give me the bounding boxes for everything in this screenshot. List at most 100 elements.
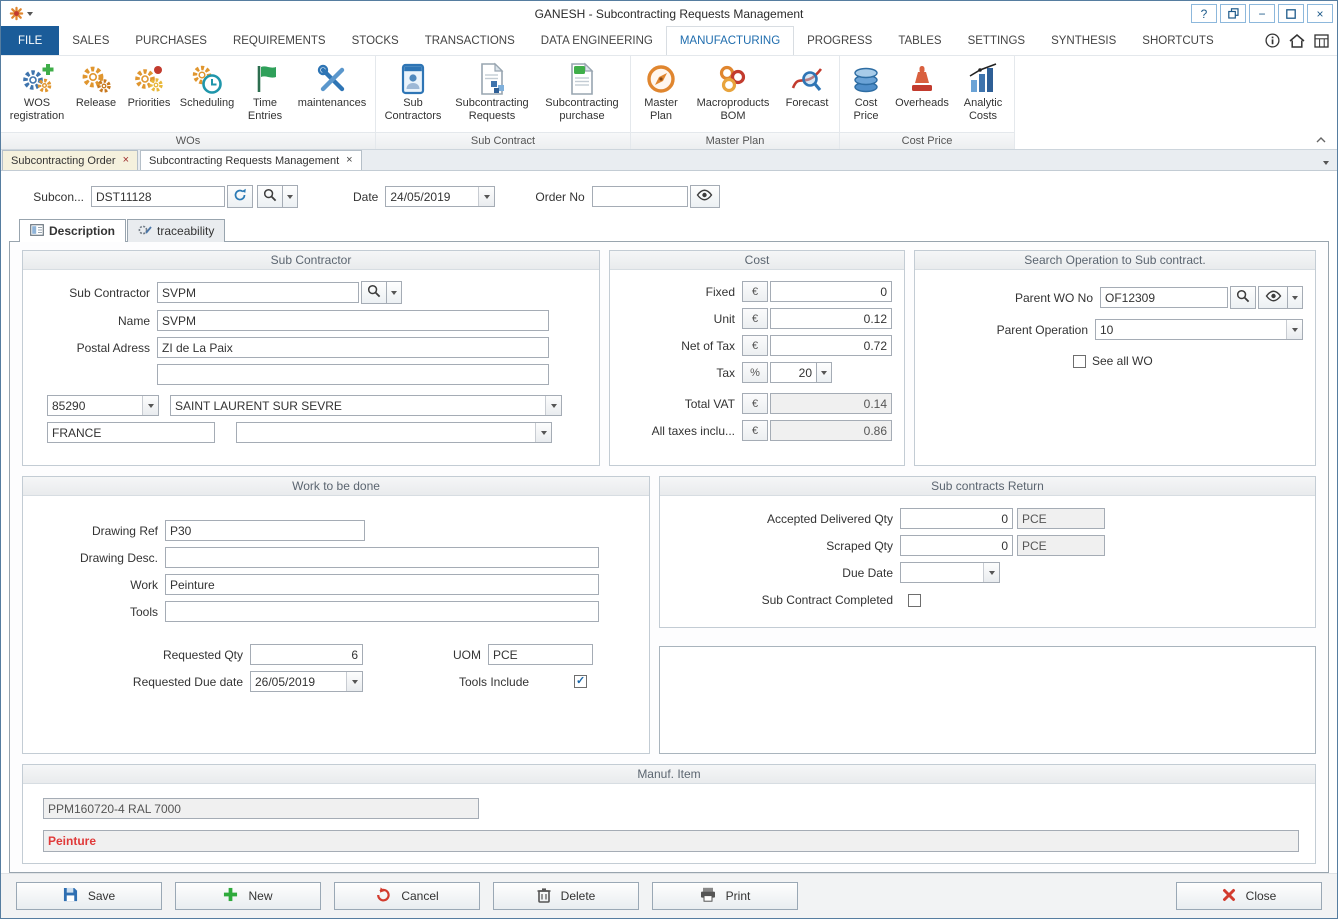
requested-due-label: Requested Due date	[35, 675, 250, 689]
work-input[interactable]: Peinture	[165, 574, 599, 595]
tools-include-checkbox[interactable]: ✓	[574, 675, 587, 688]
menu-tab-stocks[interactable]: STOCKS	[339, 26, 412, 55]
doc-tab-subcontracting-order[interactable]: Subcontracting Order ×	[2, 150, 138, 170]
parent-operation-value: 10	[1100, 323, 1113, 337]
drawing-desc-input[interactable]	[165, 547, 599, 568]
quick-access-dropdown-icon[interactable]	[27, 12, 33, 16]
unit-cost-input[interactable]: 0.12	[770, 308, 892, 329]
tools-input[interactable]	[165, 601, 599, 622]
city-combo[interactable]: SAINT LAURENT SUR SEVRE	[170, 395, 562, 416]
see-all-wo-checkbox[interactable]	[1073, 355, 1086, 368]
postal-address2-input[interactable]	[157, 364, 549, 385]
description-panel: Sub Contractor Sub Contractor SVPM Name	[9, 241, 1329, 873]
ribbon-time-entries-button[interactable]: Time Entries	[238, 59, 292, 123]
zip-combo[interactable]: 85290	[47, 395, 159, 416]
parent-operation-combo[interactable]: 10	[1095, 319, 1303, 340]
menu-tab-file[interactable]: FILE	[1, 26, 59, 55]
ribbon-overheads-button[interactable]: Overheads	[889, 59, 955, 111]
menu-tab-requirements[interactable]: REQUIREMENTS	[220, 26, 339, 55]
menu-tab-progress[interactable]: PROGRESS	[794, 26, 885, 55]
postal-address-input[interactable]: ZI de La Paix	[157, 337, 549, 358]
sub-contractor-input[interactable]: SVPM	[157, 282, 359, 303]
close-window-button[interactable]: ×	[1307, 4, 1333, 23]
ribbon-item-label: WOS registration	[6, 97, 68, 122]
maximize-button[interactable]	[1278, 4, 1304, 23]
ribbon-sub-contractors-button[interactable]: Sub Contractors	[379, 59, 447, 123]
view-order-button[interactable]	[690, 185, 720, 208]
ribbon-maintenances-button[interactable]: maintenances	[292, 59, 372, 111]
country-input[interactable]: FRANCE	[47, 422, 215, 443]
drawing-ref-input[interactable]: P30	[165, 520, 365, 541]
parent-wo-view-button[interactable]	[1258, 286, 1288, 309]
search-dropdown-button[interactable]	[283, 185, 298, 208]
ribbon-subcontracting-requests-button[interactable]: Subcontracting Requests	[447, 59, 537, 123]
menu-tab-manufacturing[interactable]: MANUFACTURING	[666, 26, 794, 56]
restore-window-button[interactable]	[1220, 4, 1246, 23]
parent-wo-dropdown[interactable]	[1288, 286, 1303, 309]
ribbon-forecast-button[interactable]: Forecast	[778, 59, 836, 111]
tab-list-dropdown-icon[interactable]	[1323, 161, 1329, 165]
menu-tab-shortcuts[interactable]: SHORTCUTS	[1129, 26, 1226, 55]
sub-contractor-search-dropdown[interactable]	[387, 281, 402, 304]
ribbon-analytic-costs-button[interactable]: Analytic Costs	[955, 59, 1011, 123]
ribbon-collapse-icon[interactable]	[1313, 134, 1329, 146]
tab-traceability[interactable]: traceability	[127, 219, 225, 242]
scraped-qty-input[interactable]: 0	[900, 535, 1013, 556]
print-button[interactable]: Print	[652, 882, 798, 910]
region-combo[interactable]	[236, 422, 552, 443]
ribbon-wos-registration-button[interactable]: WOS registration	[4, 59, 70, 123]
menu-tab-settings[interactable]: SETTINGS	[955, 26, 1039, 55]
tax-rate-dropdown[interactable]	[817, 362, 832, 383]
requested-qty-input[interactable]: 6	[250, 644, 363, 665]
return-notes-textarea[interactable]	[659, 646, 1316, 754]
ribbon-item-label: Macroproducts BOM	[690, 97, 776, 122]
menu-tab-data-engineering[interactable]: DATA ENGINEERING	[528, 26, 666, 55]
cancel-button[interactable]: Cancel	[334, 882, 480, 910]
new-button[interactable]: New	[175, 882, 321, 910]
menu-tab-sales[interactable]: SALES	[59, 26, 122, 55]
tab-description[interactable]: Description	[19, 219, 126, 242]
parent-wo-input[interactable]: OF12309	[1100, 287, 1228, 308]
uom-input[interactable]: PCE	[488, 644, 593, 665]
menu-tab-tables[interactable]: TABLES	[885, 26, 954, 55]
ribbon-subcontracting-purchase-button[interactable]: Subcontracting purchase	[537, 59, 627, 123]
menu-tab-synthesis[interactable]: SYNTHESIS	[1038, 26, 1129, 55]
ribbon-cost-price-button[interactable]: Cost Price	[843, 59, 889, 123]
doc-tab-label: Subcontracting Order	[11, 155, 116, 167]
ribbon-priorities-button[interactable]: Priorities	[122, 59, 176, 111]
grid-view-icon[interactable]	[1314, 34, 1329, 48]
sub-contractor-search-button[interactable]	[361, 281, 387, 304]
menu-tab-purchases[interactable]: PURCHASES	[122, 26, 220, 55]
doc-tab-subcontracting-requests-management[interactable]: Subcontracting Requests Management ×	[140, 150, 362, 170]
parent-wo-search-button[interactable]	[1230, 286, 1256, 309]
close-button[interactable]: Close	[1176, 882, 1322, 910]
ribbon-macroproducts-bom-button[interactable]: Macroproducts BOM	[688, 59, 778, 123]
search-record-button[interactable]	[257, 185, 283, 208]
tax-rate-input[interactable]: 20	[770, 362, 817, 383]
order-no-input[interactable]	[592, 186, 688, 207]
minimize-button[interactable]: −	[1249, 4, 1275, 23]
fixed-cost-input[interactable]: 0	[770, 281, 892, 302]
date-picker[interactable]: 24/05/2019	[385, 186, 495, 207]
save-button[interactable]: Save	[16, 882, 162, 910]
ribbon-scheduling-button[interactable]: Scheduling	[176, 59, 238, 111]
net-of-tax-input[interactable]: 0.72	[770, 335, 892, 356]
ribbon-release-button[interactable]: Release	[70, 59, 122, 111]
date-value: 24/05/2019	[390, 190, 450, 204]
due-date-picker[interactable]	[900, 562, 1000, 583]
name-input[interactable]: SVPM	[157, 310, 549, 331]
close-tab-icon[interactable]: ×	[123, 155, 129, 166]
ribbon-master-plan-button[interactable]: Master Plan	[634, 59, 688, 123]
subcon-input[interactable]: DST11128	[91, 186, 225, 207]
help-button[interactable]: ?	[1191, 4, 1217, 23]
menu-tab-transactions[interactable]: TRANSACTIONS	[412, 26, 528, 55]
requested-due-date-picker[interactable]: 26/05/2019	[250, 671, 363, 692]
refresh-button[interactable]	[227, 185, 253, 208]
accepted-qty-input[interactable]: 0	[900, 508, 1013, 529]
sub-contract-completed-checkbox[interactable]	[908, 594, 921, 607]
titlebar: GANESH - Subcontracting Requests Managem…	[1, 1, 1337, 26]
close-tab-icon[interactable]: ×	[346, 155, 352, 166]
home-icon[interactable]	[1289, 34, 1305, 48]
delete-button[interactable]: Delete	[493, 882, 639, 910]
info-icon[interactable]	[1265, 33, 1280, 48]
